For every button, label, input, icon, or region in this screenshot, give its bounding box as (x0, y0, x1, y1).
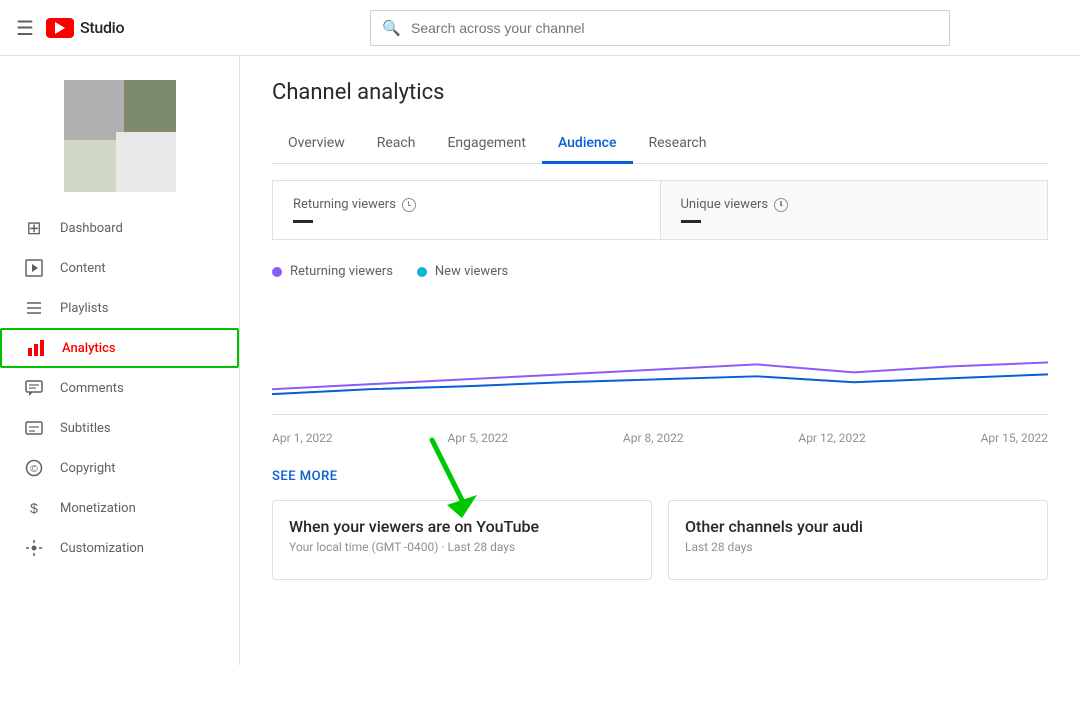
playlists-icon (24, 298, 44, 318)
header: ☰ Studio 🔍 (0, 0, 1080, 56)
play-triangle-icon (55, 22, 65, 34)
tab-audience[interactable]: Audience (542, 125, 633, 164)
metric-value-returning (293, 220, 313, 223)
sidebar-item-playlists[interactable]: Playlists (0, 288, 239, 328)
youtube-logo-icon (46, 18, 74, 38)
legend-returning: Returning viewers (272, 264, 393, 279)
monetization-icon: $ (24, 498, 44, 518)
audience-chart (272, 295, 1048, 415)
see-more-button[interactable]: SEE MORE (272, 469, 1048, 484)
sidebar-label-subtitles: Subtitles (60, 421, 111, 436)
tab-overview[interactable]: Overview (272, 125, 361, 164)
bottom-cards: When your viewers are on YouTube Your lo… (272, 500, 1048, 580)
x-label-3: Apr 12, 2022 (798, 431, 865, 445)
bottom-card-viewers-time: When your viewers are on YouTube Your lo… (272, 500, 652, 580)
tab-reach[interactable]: Reach (361, 125, 432, 164)
sidebar-label-customization: Customization (60, 541, 144, 556)
x-label-4: Apr 15, 2022 (981, 431, 1048, 445)
legend-label-new: New viewers (435, 264, 508, 279)
sidebar-item-monetization[interactable]: $ Monetization (0, 488, 239, 528)
content-icon (24, 258, 44, 278)
analytics-icon (26, 338, 46, 358)
sidebar-item-content[interactable]: Content (0, 248, 239, 288)
studio-wordmark: Studio (80, 18, 124, 37)
header-left: ☰ Studio (16, 16, 256, 40)
metrics-row: Returning viewers Unique viewers (272, 180, 1048, 240)
x-axis-labels: Apr 1, 2022 Apr 5, 2022 Apr 8, 2022 Apr … (272, 423, 1048, 453)
avatar-block-tr (124, 80, 176, 132)
x-label-1: Apr 5, 2022 (447, 431, 508, 445)
main-content: Channel analytics Overview Reach Engagem… (240, 56, 1080, 665)
layout: ⊞ Dashboard Content Playlists Analytics (0, 56, 1080, 665)
bottom-card-title-0: When your viewers are on YouTube (289, 517, 635, 536)
sidebar-label-content: Content (60, 261, 106, 276)
page-title: Channel analytics (272, 80, 1048, 105)
bottom-card-title-1: Other channels your audi (685, 517, 1031, 536)
dashboard-icon: ⊞ (24, 218, 44, 239)
metric-label-unique: Unique viewers (681, 197, 1028, 212)
hamburger-menu[interactable]: ☰ (16, 16, 34, 40)
sidebar-label-analytics: Analytics (62, 341, 116, 356)
sidebar-item-subtitles[interactable]: Subtitles (0, 408, 239, 448)
legend-dot-returning (272, 267, 282, 277)
sidebar-item-customization[interactable]: Customization (0, 528, 239, 568)
chart-legend: Returning viewers New viewers (272, 256, 1048, 287)
avatar (64, 80, 176, 192)
logo-area: Studio (46, 18, 124, 38)
bottom-card-other-channels: Other channels your audi Last 28 days (668, 500, 1048, 580)
copyright-icon: © (24, 458, 44, 478)
sidebar-label-copyright: Copyright (60, 461, 116, 476)
svg-text:$: $ (30, 500, 38, 516)
x-label-0: Apr 1, 2022 (272, 431, 333, 445)
legend-label-returning: Returning viewers (290, 264, 393, 279)
clock-icon-unique (774, 198, 788, 212)
sidebar-item-analytics[interactable]: Analytics (0, 328, 239, 368)
comments-icon (24, 378, 44, 398)
metric-card-returning: Returning viewers (273, 181, 661, 239)
sidebar-nav: ⊞ Dashboard Content Playlists Analytics (0, 208, 239, 568)
sidebar-label-playlists: Playlists (60, 301, 108, 316)
channel-avatar (0, 56, 239, 208)
legend-dot-new (417, 267, 427, 277)
customization-icon (24, 538, 44, 558)
search-input[interactable] (370, 10, 950, 46)
avatar-block-br (116, 132, 176, 192)
sidebar-item-comments[interactable]: Comments (0, 368, 239, 408)
tab-engagement[interactable]: Engagement (431, 125, 541, 164)
sidebar-label-dashboard: Dashboard (60, 221, 123, 236)
x-label-2: Apr 8, 2022 (623, 431, 684, 445)
metric-value-unique (681, 220, 701, 223)
metric-card-unique: Unique viewers (661, 181, 1048, 239)
chart-svg (272, 295, 1048, 414)
clock-icon-returning (402, 198, 416, 212)
search-wrapper: 🔍 (370, 10, 950, 46)
metric-label-returning: Returning viewers (293, 197, 640, 212)
sidebar-item-copyright[interactable]: © Copyright (0, 448, 239, 488)
svg-text:©: © (30, 464, 38, 475)
sidebar: ⊞ Dashboard Content Playlists Analytics (0, 56, 240, 665)
tab-research[interactable]: Research (633, 125, 723, 164)
sidebar-label-monetization: Monetization (60, 501, 136, 516)
bottom-card-subtitle-0: Your local time (GMT -0400) · Last 28 da… (289, 540, 635, 554)
bottom-card-subtitle-1: Last 28 days (685, 540, 1031, 554)
search-icon: 🔍 (382, 19, 401, 37)
legend-new: New viewers (417, 264, 508, 279)
tabs-bar: Overview Reach Engagement Audience Resea… (272, 125, 1048, 164)
subtitles-icon (24, 418, 44, 438)
sidebar-label-comments: Comments (60, 381, 124, 396)
sidebar-item-dashboard[interactable]: ⊞ Dashboard (0, 208, 239, 248)
avatar-block-tl (64, 80, 124, 140)
avatar-block-bl (64, 140, 116, 192)
search-bar: 🔍 (370, 10, 950, 46)
